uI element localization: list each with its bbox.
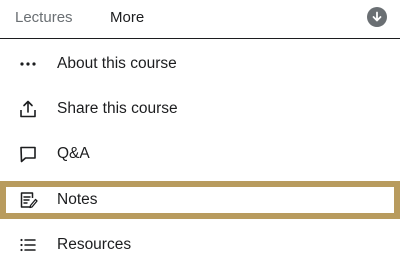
menu-item-resources[interactable]: Resources (0, 226, 400, 264)
menu-item-label: Resources (57, 236, 132, 253)
menu-item-label: About this course (57, 55, 177, 72)
tab-lectures[interactable]: Lectures (15, 9, 73, 27)
comment-icon (17, 144, 39, 164)
menu-item-label: Share this course (57, 100, 178, 117)
menu-item-label: Q&A (57, 145, 90, 162)
menu-item-about[interactable]: About this course (0, 45, 400, 83)
tab-more[interactable]: More (110, 9, 144, 27)
more-dots-icon (17, 54, 39, 74)
notes-icon (17, 190, 39, 210)
menu-item-label: Notes (57, 191, 98, 208)
download-button[interactable] (367, 7, 387, 27)
list-icon (17, 235, 39, 255)
arrow-down-icon (372, 11, 382, 22)
tab-divider (0, 38, 400, 39)
tab-bar: Lectures More (0, 0, 400, 39)
menu-item-qa[interactable]: Q&A (0, 135, 400, 173)
share-icon (17, 99, 39, 119)
menu-item-notes[interactable]: Notes (0, 181, 400, 219)
menu-item-share[interactable]: Share this course (0, 90, 400, 128)
